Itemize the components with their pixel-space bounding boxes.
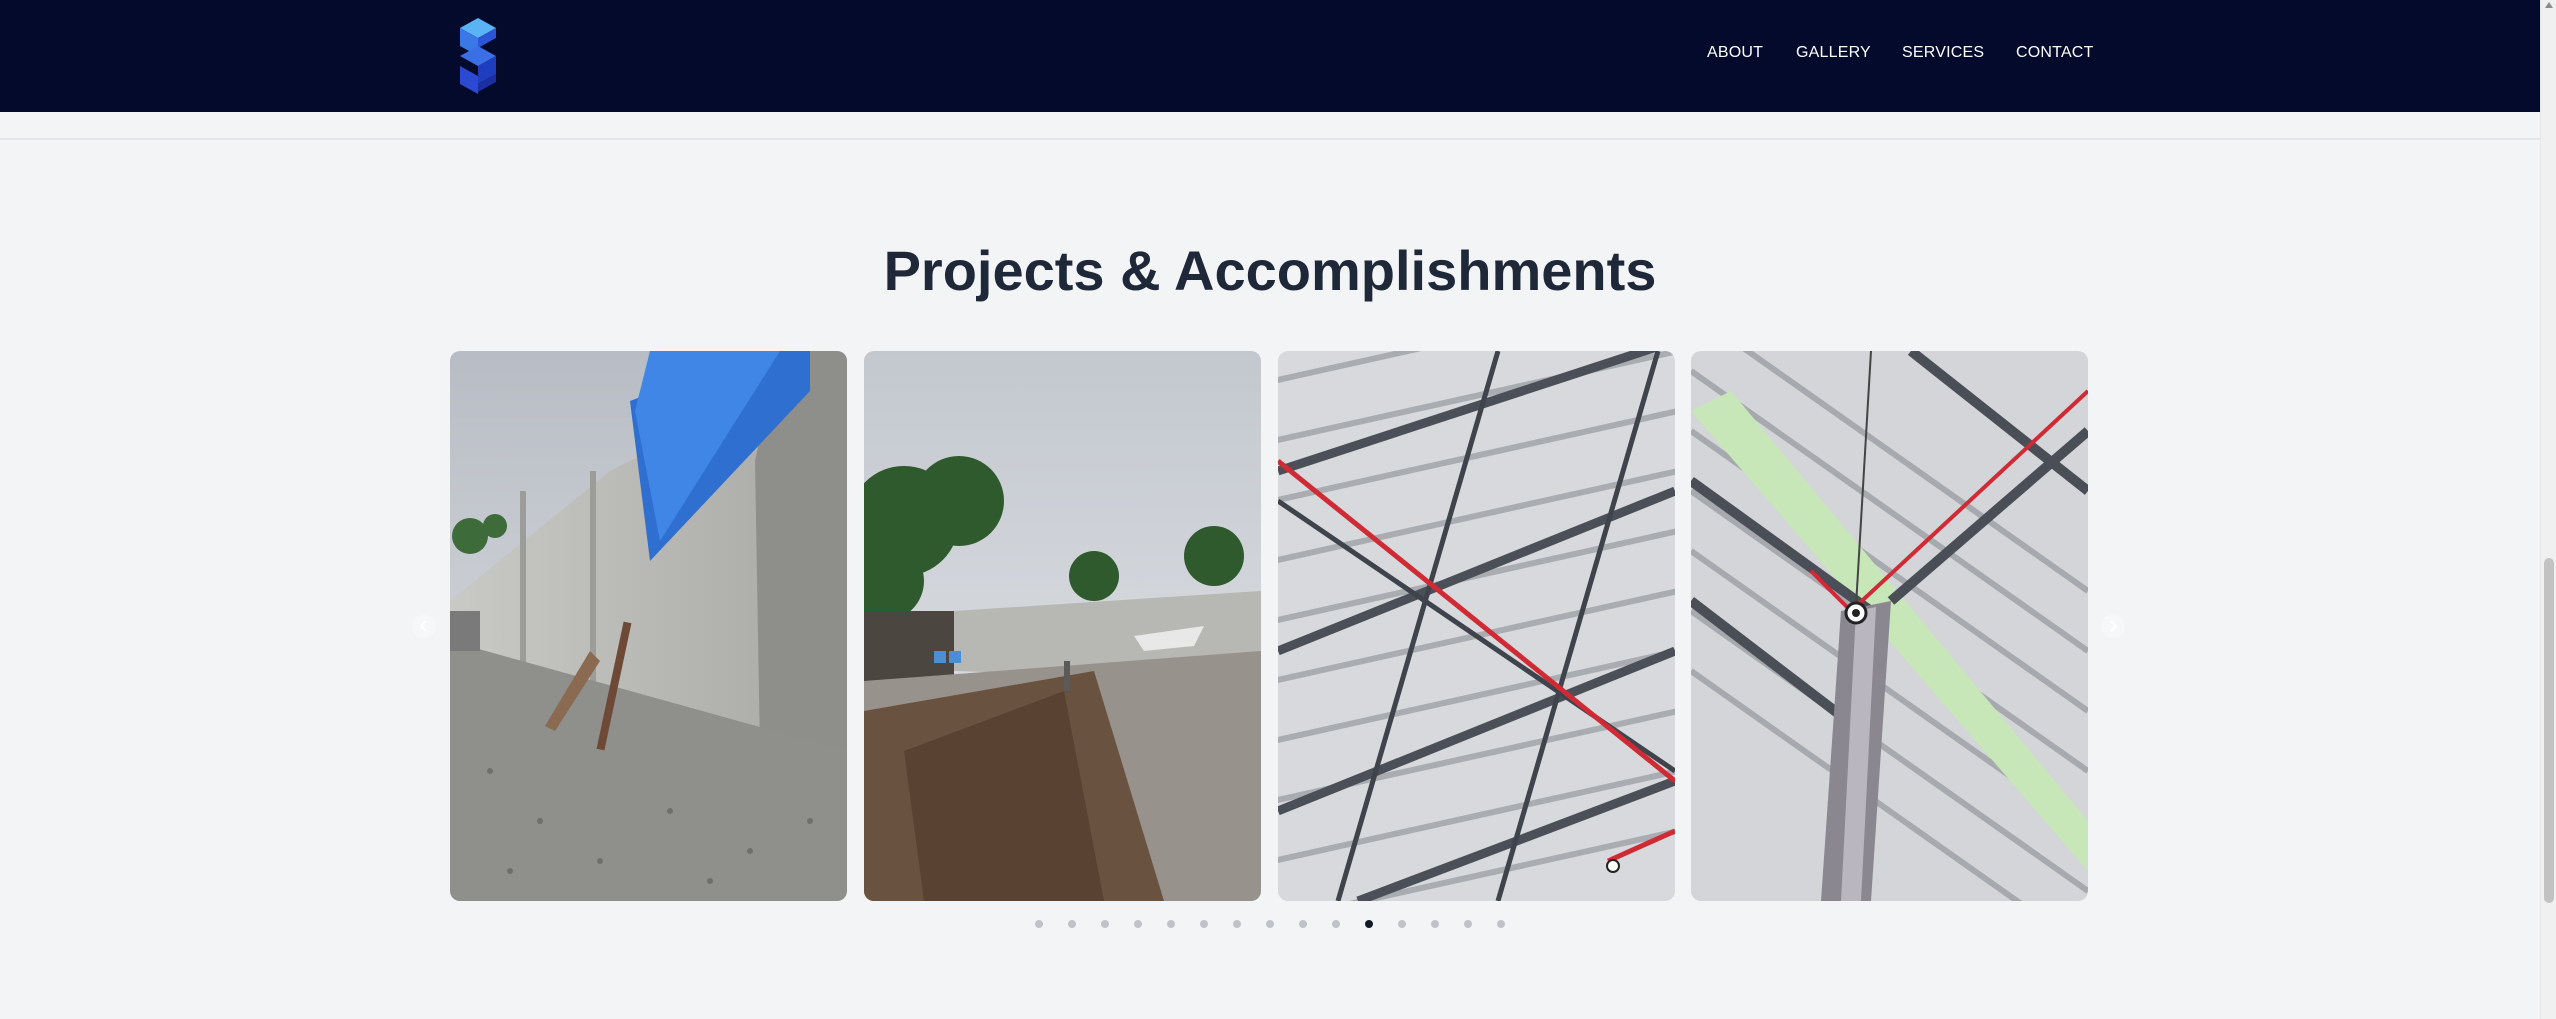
carousel-dot[interactable] [1431, 920, 1439, 928]
carousel-dot[interactable] [1101, 920, 1109, 928]
section-title: Projects & Accomplishments [883, 239, 1657, 302]
carousel-dot[interactable] [1365, 920, 1373, 928]
nav-services-link[interactable]: SERVICES [1902, 44, 1984, 62]
gallery-slide-3[interactable] [1278, 351, 1675, 901]
scrollbar-thumb[interactable] [2544, 558, 2554, 903]
chevron-right-icon [2110, 620, 2118, 632]
slide-photo [864, 351, 1261, 901]
page-scrollbar[interactable] [2540, 0, 2556, 1019]
chevron-left-icon [419, 620, 427, 632]
carousel-next-button[interactable] [2101, 614, 2125, 638]
carousel-dot[interactable] [1068, 920, 1076, 928]
scroll-up-arrow-icon[interactable] [2545, 2, 2553, 8]
carousel-dot[interactable] [1266, 920, 1274, 928]
carousel-dot[interactable] [1134, 920, 1142, 928]
carousel-dot[interactable] [1497, 920, 1505, 928]
gallery-slide-4[interactable] [1691, 351, 2088, 901]
carousel-dot[interactable] [1167, 920, 1175, 928]
main-nav: ABOUT GALLERY SERVICES CONTACT [0, 44, 2540, 70]
slide-photo [1691, 351, 2088, 901]
nav-about-link[interactable]: ABOUT [1707, 44, 1763, 62]
carousel-dot[interactable] [1035, 920, 1043, 928]
carousel-dot[interactable] [1299, 920, 1307, 928]
carousel-dot[interactable] [1200, 920, 1208, 928]
section-divider [0, 138, 2540, 140]
nav-gallery-link[interactable]: GALLERY [1796, 44, 1871, 62]
gallery-slide-2[interactable] [864, 351, 1261, 901]
carousel-dot[interactable] [1233, 920, 1241, 928]
carousel-prev-button[interactable] [412, 614, 436, 638]
slide-photo [450, 351, 847, 901]
carousel-dot[interactable] [1464, 920, 1472, 928]
slide-photo [1278, 351, 1675, 901]
nav-contact-link[interactable]: CONTACT [2016, 44, 2094, 62]
carousel-dot[interactable] [1398, 920, 1406, 928]
carousel-dot[interactable] [1332, 920, 1340, 928]
site-header: ABOUT GALLERY SERVICES CONTACT [0, 0, 2540, 112]
gallery-slide-1[interactable] [450, 351, 847, 901]
